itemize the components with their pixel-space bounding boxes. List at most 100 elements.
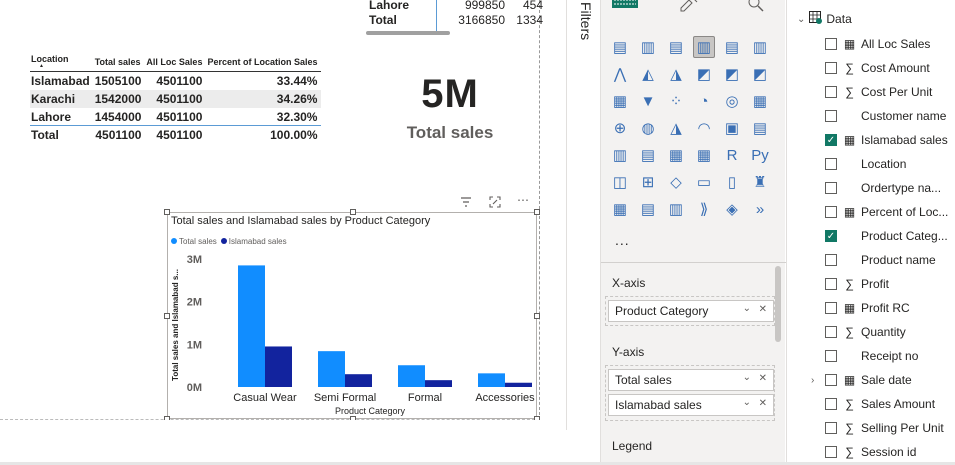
- field-checkbox[interactable]: [825, 254, 837, 266]
- field-checkbox[interactable]: [825, 398, 837, 410]
- field-checkbox[interactable]: [825, 374, 837, 386]
- field-checkbox[interactable]: [825, 422, 837, 434]
- filled-map-icon[interactable]: ◍: [637, 117, 659, 139]
- close-icon[interactable]: ✕: [759, 398, 767, 409]
- azure-map-icon[interactable]: ◮: [665, 117, 687, 139]
- build-visual-icon[interactable]: [611, 0, 639, 17]
- field-item[interactable]: ▦ All Loc Sales: [825, 34, 930, 54]
- field-item[interactable]: › ▦ Sale date: [811, 370, 912, 390]
- field-checkbox[interactable]: [825, 278, 837, 290]
- close-icon[interactable]: ✕: [759, 304, 767, 315]
- chevron-down-icon[interactable]: ⌄: [797, 14, 805, 25]
- column-header-all-loc-sales[interactable]: All Loc Sales: [145, 52, 207, 72]
- paginated-report-icon[interactable]: ▯: [721, 171, 743, 193]
- location-table-visual[interactable]: Location ▲ Total sales All Loc Sales Perc…: [30, 52, 322, 144]
- field-item[interactable]: ∑ Session id: [825, 442, 916, 462]
- chevron-down-icon[interactable]: ⌄: [743, 303, 751, 314]
- field-item[interactable]: ✓ Product Categ...: [825, 226, 948, 246]
- clustered-column-icon[interactable]: ▥: [693, 36, 715, 58]
- qa-icon[interactable]: ◇: [665, 171, 687, 193]
- matrix-icon[interactable]: ▦: [693, 144, 715, 166]
- field-item[interactable]: Receipt no: [825, 346, 918, 366]
- table-row[interactable]: Karachi 1542000 4501100 34.26%: [30, 89, 322, 108]
- column-header-percent-location-sales[interactable]: Percent of Location Sales: [206, 52, 322, 72]
- power-apps-icon[interactable]: ▦: [609, 198, 631, 220]
- treemap-icon[interactable]: ▦: [749, 90, 771, 112]
- chevron-right-icon[interactable]: ›: [811, 375, 814, 386]
- field-item[interactable]: ∑ Profit: [825, 274, 889, 294]
- format-visual-icon[interactable]: [679, 0, 701, 17]
- multi-row-card-icon[interactable]: ▤: [749, 117, 771, 139]
- field-checkbox[interactable]: ✓: [825, 230, 837, 242]
- field-checkbox[interactable]: [825, 86, 837, 98]
- field-item[interactable]: ∑ Cost Amount: [825, 58, 930, 78]
- data-table-node[interactable]: ⌄ Data: [797, 11, 852, 27]
- field-item[interactable]: ∑ Cost Per Unit: [825, 82, 932, 102]
- metrics-icon[interactable]: ▥: [665, 198, 687, 220]
- total-sales-card[interactable]: 5M Total sales: [380, 72, 520, 143]
- field-item[interactable]: ✓ ▦ Islamabad sales: [825, 130, 948, 150]
- power-automate-icon[interactable]: ⟫: [693, 198, 715, 220]
- focus-mode-icon[interactable]: [489, 196, 501, 211]
- filters-pane-collapsed[interactable]: [566, 0, 600, 430]
- field-checkbox[interactable]: [825, 38, 837, 50]
- card-icon[interactable]: ▣: [721, 117, 743, 139]
- ribbon-chart-icon[interactable]: ◩: [749, 63, 771, 85]
- field-checkbox[interactable]: [825, 326, 837, 338]
- funnel-icon[interactable]: ▼: [637, 90, 659, 112]
- map-icon[interactable]: ⊕: [609, 117, 631, 139]
- slicer-icon[interactable]: ▤: [637, 144, 659, 166]
- close-icon[interactable]: ✕: [759, 373, 767, 384]
- column-header-total-sales[interactable]: Total sales: [93, 52, 146, 72]
- table-icon[interactable]: ▦: [665, 144, 687, 166]
- decomposition-tree-icon[interactable]: ⊞: [637, 171, 659, 193]
- stacked-column-icon[interactable]: ▥: [637, 36, 659, 58]
- chevron-down-icon[interactable]: ⌄: [743, 397, 751, 408]
- chevron-down-icon[interactable]: ⌄: [743, 372, 751, 383]
- stacked-area-icon[interactable]: ◮: [665, 63, 687, 85]
- field-item[interactable]: ▦ Percent of Loc...: [825, 202, 948, 222]
- line-chart-icon[interactable]: ⋀: [609, 63, 631, 85]
- column-header-location[interactable]: Location ▲: [30, 52, 94, 72]
- field-chip[interactable]: Product Category ⌄ ✕: [608, 300, 774, 322]
- pie-chart-icon[interactable]: ◔: [693, 90, 715, 112]
- x-axis-well[interactable]: Product Category ⌄ ✕: [605, 296, 775, 326]
- r-visual-icon[interactable]: R: [721, 144, 743, 166]
- area-chart-icon[interactable]: ◭: [637, 63, 659, 85]
- field-checkbox[interactable]: [825, 62, 837, 74]
- field-checkbox[interactable]: [825, 158, 837, 170]
- clustered-bar-icon[interactable]: ▤: [665, 36, 687, 58]
- y-axis-well[interactable]: Total sales ⌄ ✕ Islamabad sales ⌄ ✕: [605, 365, 775, 421]
- chevron-visual-icon[interactable]: »: [749, 198, 771, 220]
- horizontal-scrollbar[interactable]: [366, 31, 450, 35]
- field-item[interactable]: ∑ Quantity: [825, 322, 906, 342]
- waterfall-icon[interactable]: ▦: [609, 90, 631, 112]
- field-checkbox[interactable]: [825, 350, 837, 362]
- kpi-icon[interactable]: ▥: [609, 144, 631, 166]
- donut-chart-icon[interactable]: ◎: [721, 90, 743, 112]
- 100-stacked-bar-icon[interactable]: ▤: [721, 36, 743, 58]
- field-checkbox[interactable]: ✓: [825, 134, 837, 146]
- filter-icon[interactable]: [460, 196, 472, 211]
- table-row[interactable]: Islamabad 1505100 4501100 33.44%: [30, 72, 321, 90]
- field-item[interactable]: Location: [825, 154, 906, 174]
- field-chip[interactable]: Islamabad sales ⌄ ✕: [608, 394, 774, 416]
- field-chip[interactable]: Total sales ⌄ ✕: [608, 369, 774, 391]
- field-item[interactable]: Product name: [825, 250, 936, 270]
- partial-table-visual[interactable]: Lahore 999850 454 Total 3166850 1334: [366, 0, 543, 35]
- field-item[interactable]: ∑ Selling Per Unit: [825, 418, 944, 438]
- diamond-icon[interactable]: ◈: [721, 198, 743, 220]
- key-influencers-icon[interactable]: ◫: [609, 171, 631, 193]
- line-stacked-column-icon[interactable]: ◩: [721, 63, 743, 85]
- field-item[interactable]: ∑ Sales Amount: [825, 394, 935, 414]
- pane-scrollbar[interactable]: [775, 266, 781, 342]
- field-checkbox[interactable]: [825, 206, 837, 218]
- field-item[interactable]: ▦ Profit RC: [825, 298, 910, 318]
- field-item[interactable]: Customer name: [825, 106, 946, 126]
- field-checkbox[interactable]: [825, 182, 837, 194]
- 100-stacked-column-icon[interactable]: ▥: [749, 36, 771, 58]
- more-options-icon[interactable]: ⋯: [517, 193, 529, 207]
- gauge-icon[interactable]: ◠: [693, 117, 715, 139]
- field-item[interactable]: Ordertype na...: [825, 178, 941, 198]
- stacked-bar-icon[interactable]: ▤: [609, 36, 631, 58]
